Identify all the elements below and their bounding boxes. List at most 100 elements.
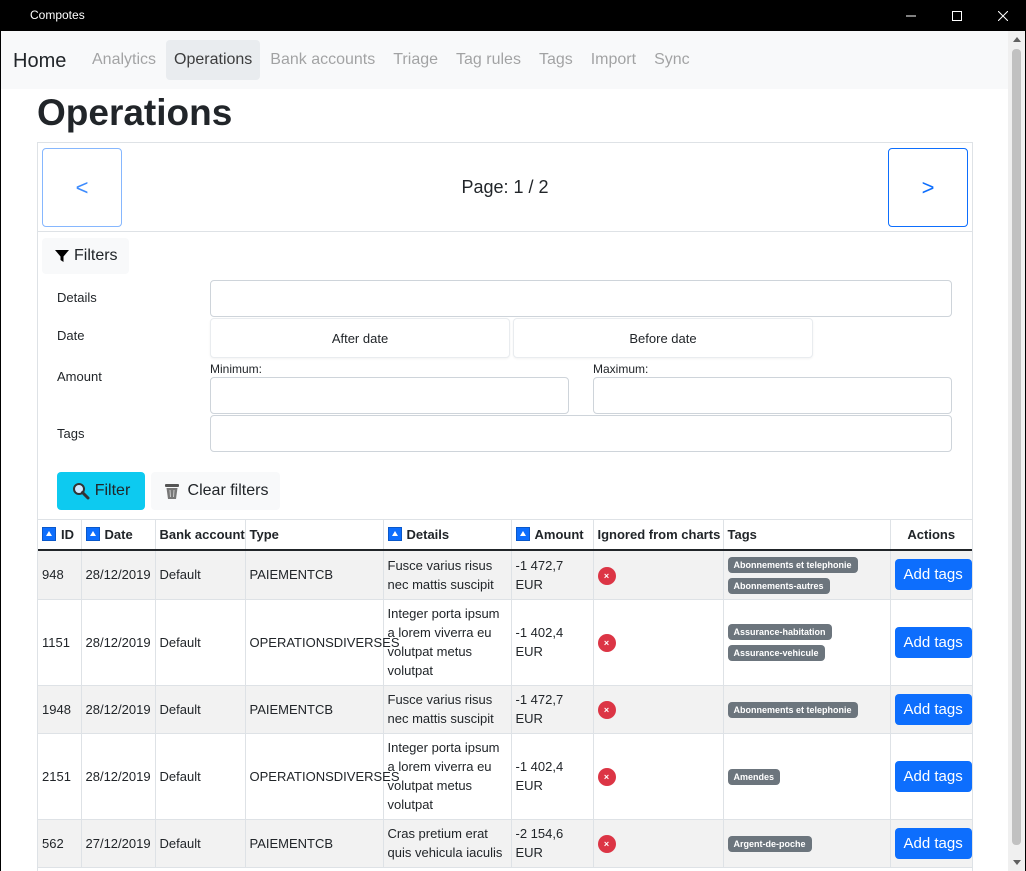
close-button[interactable] [980, 0, 1026, 31]
minimum-label: Minimum: [210, 362, 263, 376]
cell-tags: Argent-de-poche [723, 819, 891, 868]
cell-type: PAIEMENTCB [245, 549, 384, 600]
scroll-thumb[interactable] [1012, 49, 1021, 845]
cell-id: 2151 [38, 733, 82, 820]
window-title: Compotes [30, 8, 85, 22]
cell-id: 948 [38, 549, 82, 600]
page-title: Operations [37, 92, 233, 133]
header-id[interactable]: ID [38, 519, 82, 551]
clear-filters-button[interactable]: Clear filters [151, 472, 280, 510]
table-row: 2151 28/12/2019 Default OPERATIONSDIVERS… [38, 733, 972, 820]
header-amount[interactable]: Amount [511, 519, 594, 551]
nav-item-bank-accounts[interactable]: Bank accounts [262, 40, 383, 80]
cell-actions: Add tags [890, 685, 972, 734]
filters-toggle-button[interactable]: Filters [42, 238, 129, 274]
sort-asc-icon[interactable] [515, 526, 530, 541]
cell-bank-account: Default [155, 599, 246, 686]
sort-asc-icon[interactable] [42, 526, 56, 541]
filters-toggle-label: Filters [74, 247, 118, 264]
header-tags: Tags [723, 519, 891, 551]
maximize-button[interactable] [934, 0, 980, 31]
window-titlebar: Compotes [0, 0, 1026, 31]
add-tags-button[interactable]: Add tags [894, 760, 972, 792]
cell-tags: Abonnements et telephonie Abonnements-aut… [723, 549, 891, 600]
nav-item-import[interactable]: Import [583, 40, 644, 80]
next-page-button[interactable]: > [888, 148, 968, 227]
funnel-icon [55, 250, 69, 262]
minimize-button[interactable] [888, 0, 934, 31]
header-id-label: ID [61, 526, 74, 542]
cell-ignored: × [593, 599, 724, 686]
cell-amount: -2 154,6 EUR [511, 819, 594, 868]
nav-item-tags[interactable]: Tags [531, 40, 581, 80]
cell-date: 28/12/2019 [81, 733, 156, 820]
scroll-down-icon [1012, 860, 1021, 865]
header-bank-account: Bank account [155, 519, 246, 551]
cell-ignored: × [593, 733, 724, 820]
nav-item-sync[interactable]: Sync [646, 40, 698, 80]
tags-filter-input[interactable] [210, 415, 952, 452]
nav-item-operations[interactable]: Operations [166, 40, 261, 80]
nav-item-analytics[interactable]: Analytics [84, 40, 164, 80]
page-indicator: Page: 1 / 2 [461, 177, 549, 197]
cell-id: 1151 [38, 599, 82, 686]
window-border-left [0, 31, 1, 871]
minimum-amount-input[interactable] [210, 377, 569, 414]
maximum-label: Maximum: [593, 362, 649, 376]
scroll-up-button[interactable] [1008, 31, 1025, 48]
ignored-x-icon: × [597, 835, 616, 853]
details-input[interactable] [210, 280, 952, 317]
scroll-down-button[interactable] [1008, 854, 1025, 871]
maximum-amount-input[interactable] [593, 377, 952, 414]
cell-details: Integer porta ipsum a lorem viverra eu v… [383, 599, 512, 686]
operations-table: ID Date Bank account Type Details Amount… [38, 519, 972, 868]
sort-asc-icon[interactable] [85, 526, 100, 541]
add-tags-button[interactable]: Add tags [894, 559, 972, 590]
nav-item-tag-rules[interactable]: Tag rules [448, 40, 529, 80]
cell-date: 28/12/2019 [81, 549, 156, 600]
header-details[interactable]: Details [383, 519, 512, 551]
cell-id: 1948 [38, 685, 82, 734]
filter-button-label: Filter [94, 482, 131, 499]
add-tags-button[interactable]: Add tags [894, 626, 972, 658]
cell-ignored: × [593, 549, 724, 600]
table-row: 562 27/12/2019 Default PAIEMENTCB Cras p… [38, 819, 972, 868]
tag-badge: Abonnements et telephonie [727, 701, 858, 718]
search-icon [72, 483, 90, 500]
sort-asc-icon[interactable] [387, 526, 402, 541]
cell-details: Integer porta ipsum a lorem viverra eu v… [383, 733, 512, 820]
table-row: 1151 28/12/2019 Default OPERATIONSDIVERS… [38, 599, 972, 686]
cell-type: OPERATIONSDIVERSES [245, 599, 400, 686]
vertical-scrollbar[interactable] [1008, 31, 1025, 871]
before-date-button[interactable]: Before date [513, 318, 813, 358]
add-tags-button[interactable]: Add tags [894, 827, 972, 859]
cell-bank-account: Default [155, 549, 246, 600]
details-label: Details [57, 290, 97, 305]
cell-actions: Add tags [890, 599, 972, 686]
header-date[interactable]: Date [81, 519, 156, 551]
nav-brand-home[interactable]: Home [13, 50, 66, 73]
cell-actions: Add tags [890, 819, 972, 868]
pager: < Page: 1 / 2 > [38, 143, 972, 232]
header-actions: Actions [890, 519, 972, 551]
cell-amount: -1 472,7 EUR [511, 549, 594, 600]
cell-amount: -1 472,7 EUR [511, 685, 594, 734]
prev-page-button[interactable]: < [42, 148, 122, 227]
cell-amount: -1 402,4 EUR [511, 599, 594, 686]
header-amount-label: Amount [534, 526, 584, 542]
trash-icon [164, 484, 179, 499]
cell-actions: Add tags [890, 733, 972, 820]
add-tags-button[interactable]: Add tags [894, 693, 972, 725]
cell-date: 28/12/2019 [81, 599, 156, 686]
table-row: 1948 28/12/2019 Default PAIEMENTCB Fusce… [38, 685, 972, 734]
table-header-row: ID Date Bank account Type Details Amount… [38, 519, 972, 551]
filter-button[interactable]: Filter [57, 472, 145, 510]
amount-label: Amount [57, 369, 102, 384]
cell-type: PAIEMENTCB [245, 819, 384, 868]
after-date-button[interactable]: After date [210, 318, 510, 358]
tags-filter-label: Tags [57, 426, 85, 441]
cell-id: 562 [38, 819, 82, 868]
cell-ignored: × [593, 685, 724, 734]
nav-item-triage[interactable]: Triage [385, 40, 446, 80]
tag-badge: Argent-de-poche [727, 835, 812, 852]
